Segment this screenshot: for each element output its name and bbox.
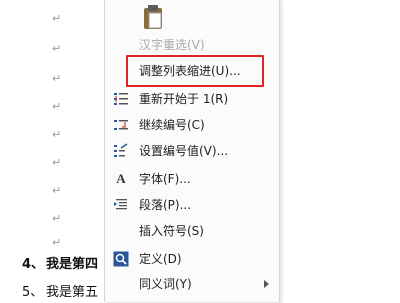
paragraph-mark: ↵ [52,128,62,141]
paste-clipboard-icon[interactable] [141,4,165,30]
paragraph-mark: ↵ [52,236,62,249]
menu-item-insert-symbol[interactable]: 插入符号(S) [105,218,279,244]
list-number: 4、 [22,257,45,272]
menu-item-font[interactable]: A 字体(F)... [105,166,279,192]
paragraph-mark: ↵ [52,42,62,55]
paragraph-mark: ↵ [52,100,62,113]
menu-item-label: 设置编号值(V)... [139,144,229,158]
menu-item-continue-numbering[interactable]: 继续编号(C) [105,112,279,138]
paragraph-mark: ↵ [52,184,62,197]
menu-item-label: 同义词(Y) [139,277,192,291]
menu-item-label: 继续编号(C) [139,118,205,132]
paragraph-icon [113,197,129,213]
menu-item-paragraph[interactable]: 段落(P)... [105,192,279,218]
paragraph-mark: ↵ [52,156,62,169]
menu-item-label: 段落(P)... [139,198,192,212]
list-item[interactable]: 4、 我是第四 [22,255,98,275]
paragraph-mark: ↵ [52,212,62,225]
menu-item-restart-numbering[interactable]: 重新开始于 1(R) [105,86,279,112]
menu-item-label: 字体(F)... [139,172,191,186]
define-icon [113,251,129,267]
paragraph-mark: ↵ [52,72,62,85]
menu-item-set-numbering-value[interactable]: 设置编号值(V)... [105,138,279,164]
list-item[interactable]: 5、 我是第五 [22,283,98,303]
context-menu: 汉字重选(V) 调整列表缩进(U)... 重新开始于 1(R) 继续编号(C) … [104,0,280,302]
set-numbering-value-icon [113,143,129,159]
list-item-text: 我是第四 [46,257,99,272]
restart-numbering-icon [113,91,129,107]
list-number: 5、 [22,285,44,300]
menu-item-label: 定义(D) [139,252,182,266]
menu-item-define[interactable]: 定义(D) [105,246,279,272]
submenu-arrow-icon [264,280,269,288]
highlight-box [126,55,264,87]
list-item-text: 我是第五 [46,285,99,300]
paste-options-row [105,0,279,34]
menu-item-label: 重新开始于 1(R) [139,92,229,106]
menu-item-synonyms[interactable]: 同义词(Y) [105,271,279,297]
font-icon: A [116,171,126,186]
menu-item-label: 插入符号(S) [139,224,204,238]
continue-numbering-icon [113,117,129,133]
paragraph-mark: ↵ [52,12,62,25]
